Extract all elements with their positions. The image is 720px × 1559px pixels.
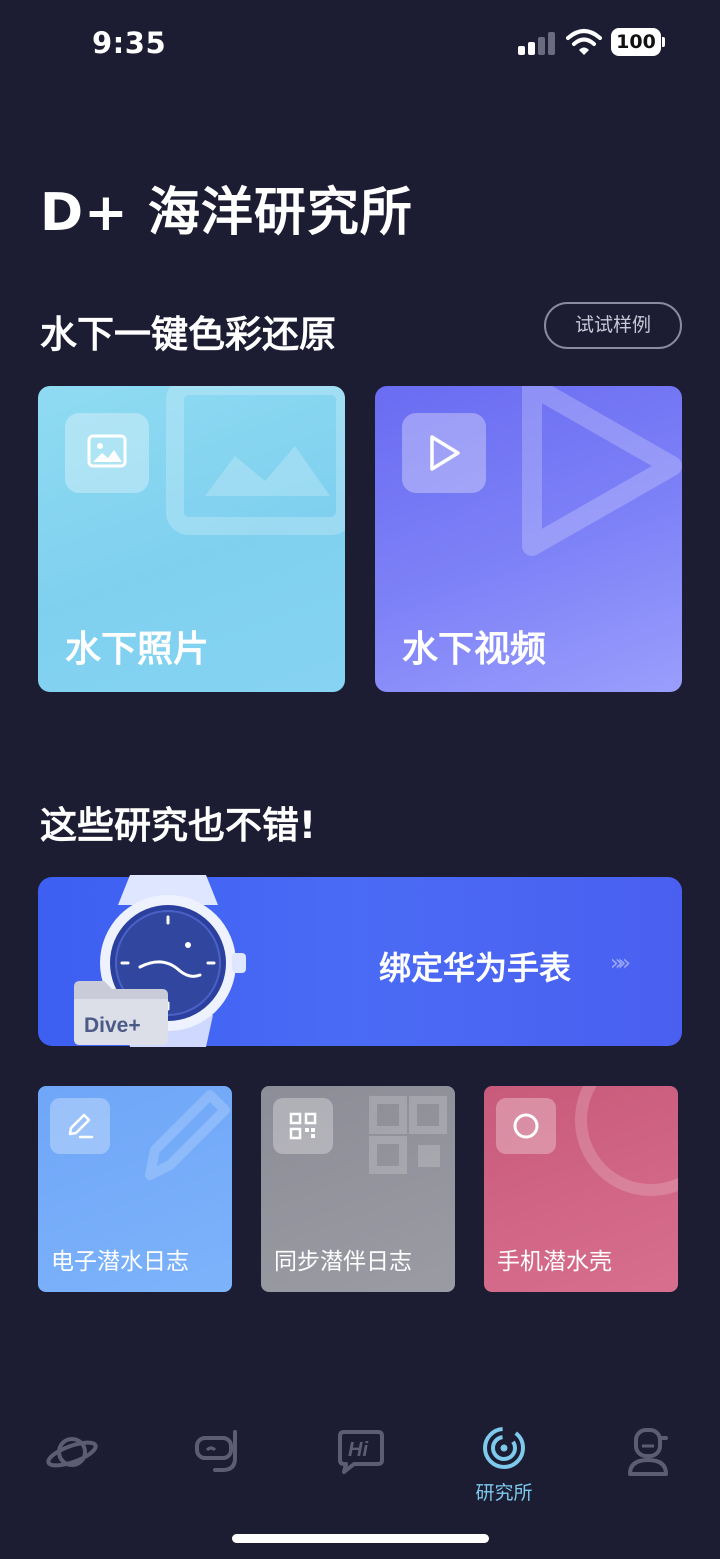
cellular-signal-icon [518,31,558,55]
tab-planet[interactable] [32,1424,112,1504]
pen-deco-icon [145,1090,230,1180]
status-bar: 9:35 100 [0,0,720,90]
phone-case-label: 手机潜水壳 [497,1249,612,1275]
underwater-photo-card[interactable]: 水下照片 [38,386,345,692]
more-research-title: 这些研究也不错! [40,804,316,847]
circle-icon [496,1098,556,1154]
dive-log-tile[interactable]: 电子潜水日志 [38,1086,232,1292]
battery-level: 100 [611,28,661,56]
tab-research-institute[interactable]: 研究所 [464,1424,544,1504]
home-indicator[interactable] [232,1534,489,1543]
chevrons-right-icon: »» [610,951,631,976]
status-time: 9:35 [92,26,167,60]
folder-text: Dive+ [84,1014,141,1037]
dive-log-label: 电子潜水日志 [51,1249,189,1275]
underwater-video-label: 水下视频 [402,629,547,670]
bind-huawei-watch-banner[interactable]: Dive+ 绑定华为手表 »» [38,875,682,1047]
tab-diving[interactable] [177,1424,257,1504]
hi-chat-icon: Hi [338,1430,384,1474]
page-title: D+ 海洋研究所 [40,183,413,243]
tab-profile[interactable] [608,1424,688,1504]
color-restore-title: 水下一键色彩还原 [40,313,336,356]
qr-deco-icon [369,1096,447,1174]
battery-icon: 100 [611,28,665,56]
play-deco-icon [522,386,682,556]
circle-deco-icon [575,1086,678,1196]
phone-dive-case-tile[interactable]: 手机潜水壳 [484,1086,678,1292]
qr-code-icon [273,1098,333,1154]
image-icon [65,413,149,493]
buddy-log-sync-tile[interactable]: 同步潜伴日志 [261,1086,455,1292]
image-deco-icon [166,386,345,535]
svg-text:Hi: Hi [348,1439,368,1461]
profile-diver-icon [628,1428,668,1476]
diving-mask-icon [195,1430,237,1472]
try-sample-button[interactable]: 试试样例 [544,302,682,349]
dive-folder-icon: Dive+ [74,981,168,1045]
bind-watch-label: 绑定华为手表 [379,949,572,987]
pen-icon [50,1098,110,1154]
tab-hi[interactable]: Hi [320,1424,400,1504]
planet-icon [46,1437,98,1468]
research-institute-icon [483,1427,525,1469]
underwater-photo-label: 水下照片 [65,629,210,670]
underwater-video-card[interactable]: 水下视频 [375,386,682,692]
bottom-tab-bar: Hi 研究所 [0,1410,720,1510]
tab-research-label: 研究所 [475,1482,533,1504]
play-icon [402,413,486,493]
wifi-icon [566,28,602,56]
buddy-log-label: 同步潜伴日志 [274,1249,412,1275]
